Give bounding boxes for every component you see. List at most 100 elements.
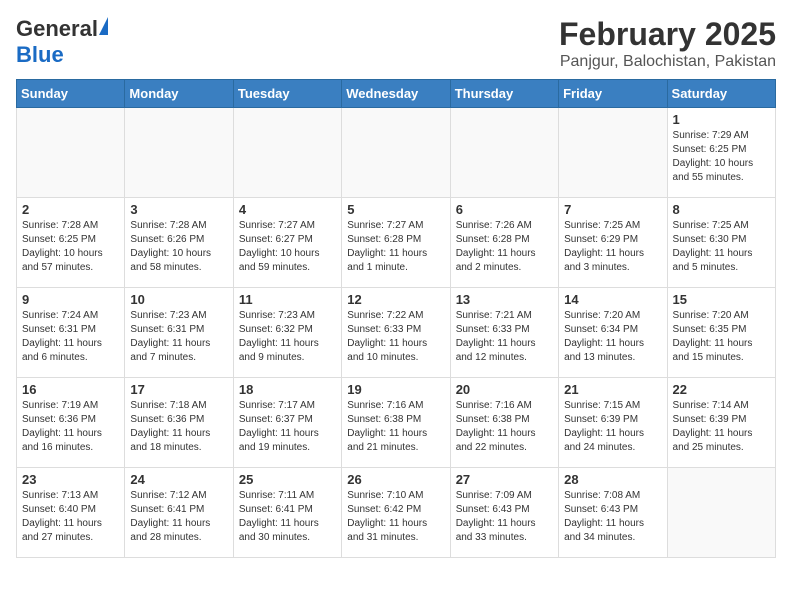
calendar-cell: 12 Sunrise: 7:22 AM Sunset: 6:33 PM Dayli…	[342, 288, 450, 378]
calendar-cell	[17, 108, 125, 198]
logo: General Blue	[16, 16, 108, 68]
day-info: Sunrise: 7:26 AM Sunset: 6:28 PM Dayligh…	[456, 219, 553, 275]
calendar-cell: 3 Sunrise: 7:28 AM Sunset: 6:26 PM Daylig…	[125, 198, 233, 288]
calendar-week-row: 9 Sunrise: 7:24 AM Sunset: 6:31 PM Daylig…	[17, 288, 776, 378]
day-number: 18	[239, 382, 336, 397]
calendar-cell: 8Sunrise: 7:25 AM Sunset: 6:30 PM Daylig…	[667, 198, 775, 288]
logo-general: General	[16, 16, 98, 42]
calendar-cell	[342, 108, 450, 198]
calendar-cell: 20 Sunrise: 7:16 AM Sunset: 6:38 PM Dayli…	[450, 378, 558, 468]
calendar-cell: 21Sunrise: 7:15 AM Sunset: 6:39 PM Dayli…	[559, 378, 667, 468]
day-number: 27	[456, 472, 553, 487]
day-number: 3	[130, 202, 227, 217]
title-block: February 2025 Panjgur, Balochistan, Paki…	[559, 16, 776, 71]
day-number: 19	[347, 382, 444, 397]
day-info: Sunrise: 7:23 AM Sunset: 6:31 PM Dayligh…	[130, 309, 227, 365]
column-header-thursday: Thursday	[450, 80, 558, 108]
day-number: 1	[673, 112, 770, 127]
day-number: 13	[456, 292, 553, 307]
calendar-cell: 1 Sunrise: 7:29 AM Sunset: 6:25 PM Daylig…	[667, 108, 775, 198]
page-header: General Blue February 2025 Panjgur, Balo…	[16, 16, 776, 71]
day-info: Sunrise: 7:11 AM Sunset: 6:41 PM Dayligh…	[239, 489, 336, 545]
day-number: 4	[239, 202, 336, 217]
day-info: Sunrise: 7:16 AM Sunset: 6:38 PM Dayligh…	[456, 399, 553, 455]
calendar-cell: 23 Sunrise: 7:13 AM Sunset: 6:40 PM Dayli…	[17, 468, 125, 558]
day-info: Sunrise: 7:28 AM Sunset: 6:25 PM Dayligh…	[22, 219, 119, 275]
day-info: Sunrise: 7:16 AM Sunset: 6:38 PM Dayligh…	[347, 399, 444, 455]
day-info: Sunrise: 7:08 AM Sunset: 6:43 PM Dayligh…	[564, 489, 661, 545]
day-number: 22	[673, 382, 770, 397]
day-number: 12	[347, 292, 444, 307]
calendar-table: SundayMondayTuesdayWednesdayThursdayFrid…	[16, 79, 776, 558]
day-info: Sunrise: 7:22 AM Sunset: 6:33 PM Dayligh…	[347, 309, 444, 365]
day-number: 28	[564, 472, 661, 487]
calendar-header-row: SundayMondayTuesdayWednesdayThursdayFrid…	[17, 80, 776, 108]
calendar-cell: 19 Sunrise: 7:16 AM Sunset: 6:38 PM Dayli…	[342, 378, 450, 468]
day-info: Sunrise: 7:20 AM Sunset: 6:34 PM Dayligh…	[564, 309, 661, 365]
column-header-sunday: Sunday	[17, 80, 125, 108]
day-info: Sunrise: 7:28 AM Sunset: 6:26 PM Dayligh…	[130, 219, 227, 275]
day-number: 15	[673, 292, 770, 307]
day-info: Sunrise: 7:13 AM Sunset: 6:40 PM Dayligh…	[22, 489, 119, 545]
calendar-cell: 4 Sunrise: 7:27 AM Sunset: 6:27 PM Daylig…	[233, 198, 341, 288]
calendar-cell: 15 Sunrise: 7:20 AM Sunset: 6:35 PM Dayli…	[667, 288, 775, 378]
calendar-cell: 10 Sunrise: 7:23 AM Sunset: 6:31 PM Dayli…	[125, 288, 233, 378]
day-number: 10	[130, 292, 227, 307]
calendar-cell: 28 Sunrise: 7:08 AM Sunset: 6:43 PM Dayli…	[559, 468, 667, 558]
calendar-cell: 26 Sunrise: 7:10 AM Sunset: 6:42 PM Dayli…	[342, 468, 450, 558]
day-info: Sunrise: 7:18 AM Sunset: 6:36 PM Dayligh…	[130, 399, 227, 455]
day-number: 9	[22, 292, 119, 307]
calendar-cell	[450, 108, 558, 198]
calendar-cell: 6Sunrise: 7:26 AM Sunset: 6:28 PM Daylig…	[450, 198, 558, 288]
day-info: Sunrise: 7:12 AM Sunset: 6:41 PM Dayligh…	[130, 489, 227, 545]
logo-blue: Blue	[16, 42, 64, 68]
day-number: 25	[239, 472, 336, 487]
calendar-cell: 24Sunrise: 7:12 AM Sunset: 6:41 PM Dayli…	[125, 468, 233, 558]
calendar-cell: 25 Sunrise: 7:11 AM Sunset: 6:41 PM Dayli…	[233, 468, 341, 558]
day-number: 26	[347, 472, 444, 487]
day-number: 23	[22, 472, 119, 487]
day-number: 5	[347, 202, 444, 217]
calendar-cell	[233, 108, 341, 198]
day-info: Sunrise: 7:25 AM Sunset: 6:29 PM Dayligh…	[564, 219, 661, 275]
day-number: 17	[130, 382, 227, 397]
calendar-cell: 18 Sunrise: 7:17 AM Sunset: 6:37 PM Dayli…	[233, 378, 341, 468]
day-info: Sunrise: 7:10 AM Sunset: 6:42 PM Dayligh…	[347, 489, 444, 545]
day-info: Sunrise: 7:20 AM Sunset: 6:35 PM Dayligh…	[673, 309, 770, 365]
calendar-cell: 14 Sunrise: 7:20 AM Sunset: 6:34 PM Dayli…	[559, 288, 667, 378]
day-info: Sunrise: 7:27 AM Sunset: 6:27 PM Dayligh…	[239, 219, 336, 275]
calendar-week-row: 16Sunrise: 7:19 AM Sunset: 6:36 PM Dayli…	[17, 378, 776, 468]
day-info: Sunrise: 7:24 AM Sunset: 6:31 PM Dayligh…	[22, 309, 119, 365]
calendar-cell: 9 Sunrise: 7:24 AM Sunset: 6:31 PM Daylig…	[17, 288, 125, 378]
day-info: Sunrise: 7:09 AM Sunset: 6:43 PM Dayligh…	[456, 489, 553, 545]
calendar-cell: 13Sunrise: 7:21 AM Sunset: 6:33 PM Dayli…	[450, 288, 558, 378]
column-header-saturday: Saturday	[667, 80, 775, 108]
calendar-week-row: 2 Sunrise: 7:28 AM Sunset: 6:25 PM Daylig…	[17, 198, 776, 288]
column-header-tuesday: Tuesday	[233, 80, 341, 108]
day-info: Sunrise: 7:25 AM Sunset: 6:30 PM Dayligh…	[673, 219, 770, 275]
day-info: Sunrise: 7:17 AM Sunset: 6:37 PM Dayligh…	[239, 399, 336, 455]
calendar-cell: 11 Sunrise: 7:23 AM Sunset: 6:32 PM Dayli…	[233, 288, 341, 378]
calendar-cell: 2 Sunrise: 7:28 AM Sunset: 6:25 PM Daylig…	[17, 198, 125, 288]
day-number: 14	[564, 292, 661, 307]
day-info: Sunrise: 7:23 AM Sunset: 6:32 PM Dayligh…	[239, 309, 336, 365]
day-info: Sunrise: 7:19 AM Sunset: 6:36 PM Dayligh…	[22, 399, 119, 455]
day-number: 20	[456, 382, 553, 397]
day-number: 2	[22, 202, 119, 217]
calendar-cell: 27 Sunrise: 7:09 AM Sunset: 6:43 PM Dayli…	[450, 468, 558, 558]
calendar-cell	[125, 108, 233, 198]
calendar-cell	[559, 108, 667, 198]
day-info: Sunrise: 7:29 AM Sunset: 6:25 PM Dayligh…	[673, 129, 770, 185]
day-info: Sunrise: 7:14 AM Sunset: 6:39 PM Dayligh…	[673, 399, 770, 455]
logo-triangle-icon	[99, 17, 108, 35]
calendar-cell: 16Sunrise: 7:19 AM Sunset: 6:36 PM Dayli…	[17, 378, 125, 468]
column-header-monday: Monday	[125, 80, 233, 108]
month-year-title: February 2025	[559, 16, 776, 53]
column-header-friday: Friday	[559, 80, 667, 108]
day-number: 7	[564, 202, 661, 217]
calendar-week-row: 23 Sunrise: 7:13 AM Sunset: 6:40 PM Dayli…	[17, 468, 776, 558]
location-subtitle: Panjgur, Balochistan, Pakistan	[559, 53, 776, 71]
calendar-cell	[667, 468, 775, 558]
day-number: 11	[239, 292, 336, 307]
calendar-week-row: 1 Sunrise: 7:29 AM Sunset: 6:25 PM Daylig…	[17, 108, 776, 198]
